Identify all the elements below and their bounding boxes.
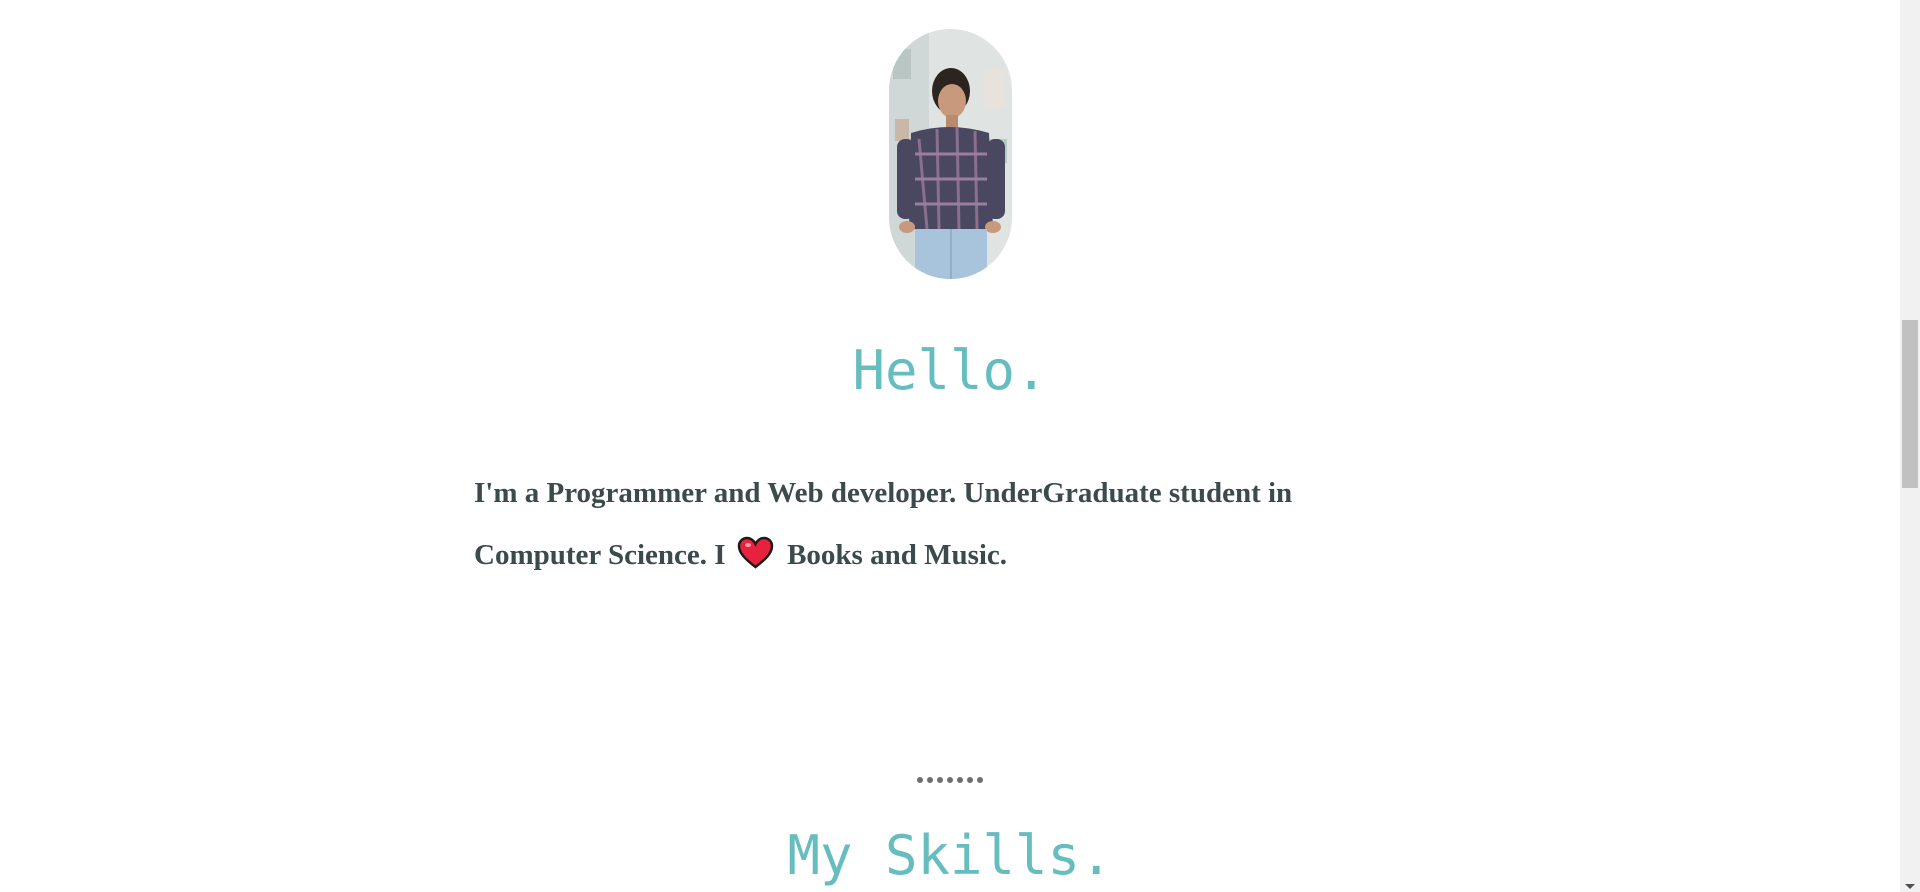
bio-text-part2: Books and Music. [779,539,1008,571]
scroll-down-arrow-icon[interactable] [1905,884,1915,889]
divider-dot [977,777,983,783]
divider-dot [957,777,963,783]
section-divider [0,770,1900,788]
divider-dot [917,777,923,783]
divider-dot [947,777,953,783]
scrollbar-thumb[interactable] [1902,320,1918,488]
heart-icon [737,530,774,569]
hello-heading: Hello. [852,339,1048,402]
bio-text: I'm a Programmer and Web developer. Unde… [474,462,1414,586]
vertical-scrollbar[interactable] [1900,0,1920,892]
divider-dot [937,777,943,783]
divider-dot [927,777,933,783]
page: Hello. I'm a Programmer and Web develope… [0,0,1920,892]
skills-heading: My Skills. [787,824,1113,887]
divider-dot [967,777,973,783]
profile-photo [889,29,1012,279]
main-content: Hello. I'm a Programmer and Web develope… [0,0,1900,892]
profile-photo-image [889,29,1012,279]
